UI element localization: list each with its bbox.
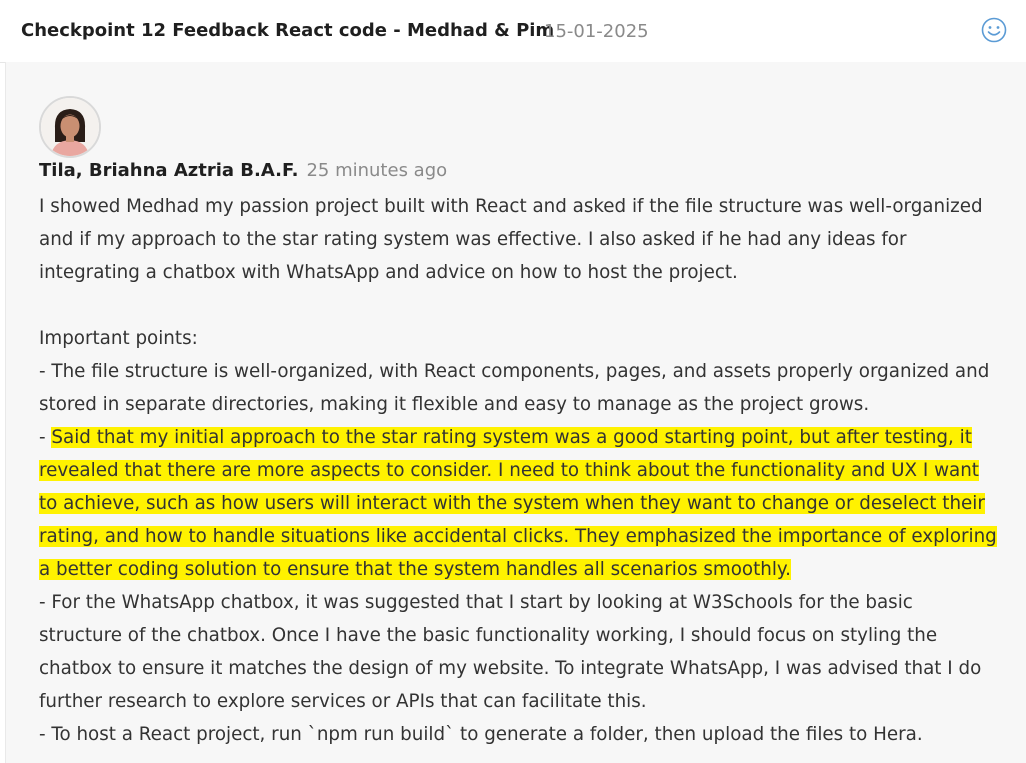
checkpoint-date: 15-01-2025 [544, 21, 649, 42]
comment-line: stored in separate directories, making i… [39, 394, 870, 415]
smiley-icon[interactable] [981, 17, 1007, 43]
comment-timestamp: 25 minutes ago [306, 160, 448, 181]
comment-line: I showed Medhad my passion project built… [39, 196, 983, 217]
highlighted-line: to achieve, such as how users will inter… [39, 487, 1009, 520]
highlighted-line: a better coding solution to ensure that … [39, 553, 1009, 586]
comment-line: - The file structure is well-organized, … [39, 361, 990, 382]
avatar[interactable] [39, 96, 101, 158]
comment-line: Important points: [39, 328, 198, 349]
comment-meta: Tila, Briahna Aztria B.A.F. 25 minutes ag… [39, 160, 447, 181]
highlighted-text: to achieve, such as how users will inter… [39, 493, 985, 514]
highlight-prefix: - [39, 427, 52, 448]
comment-blank-line [39, 289, 1009, 322]
comment-line: - For the WhatsApp chatbox, it was sugge… [39, 592, 913, 613]
avatar-image [41, 98, 99, 156]
comment-line: and if my approach to the star rating sy… [39, 229, 907, 250]
highlighted-text: rating, and how to handle situations lik… [39, 526, 997, 547]
comment-line: structure of the chatbox. Once I have th… [39, 625, 938, 646]
comment-line: integrating a chatbox with WhatsApp and … [39, 262, 738, 283]
author-name[interactable]: Tila, Briahna Aztria B.A.F. [39, 160, 298, 181]
highlighted-line: rating, and how to handle situations lik… [39, 520, 1009, 553]
comment-line: further research to explore services or … [39, 691, 647, 712]
highlighted-line: revealed that there are more aspects to … [39, 454, 1009, 487]
comment-line: chatbox to ensure it matches the design … [39, 658, 982, 679]
highlighted-line: - Said that my initial approach to the s… [39, 421, 1009, 454]
highlighted-text: Said that my initial approach to the sta… [51, 427, 972, 448]
checkpoint-header: Checkpoint 12 Feedback React code - Medh… [0, 0, 1026, 63]
comment-line: - To host a React project, run `npm run … [39, 724, 923, 745]
comment-body: I showed Medhad my passion project built… [39, 190, 1009, 751]
highlighted-text: revealed that there are more aspects to … [39, 460, 979, 481]
highlighted-text: a better coding solution to ensure that … [39, 559, 791, 580]
checkpoint-title: Checkpoint 12 Feedback React code - Medh… [21, 20, 555, 41]
